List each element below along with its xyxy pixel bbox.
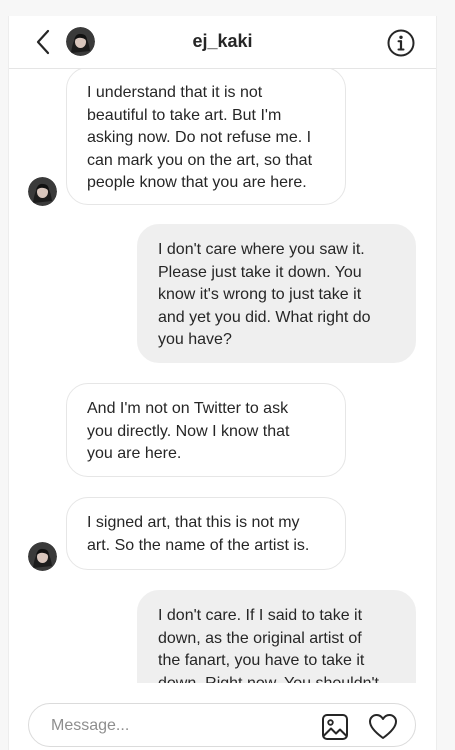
send-image-button[interactable] (321, 713, 349, 741)
message-line: I understand that it is not (87, 84, 263, 101)
message-line: And I'm not on Twitter to ask (87, 400, 289, 417)
image-icon (322, 714, 348, 740)
profile-picture (66, 27, 95, 56)
message-line: I signed art, that this is not my (87, 514, 300, 531)
message-line: know it's wrong to just take it (158, 286, 362, 303)
chevron-left-icon (36, 29, 50, 55)
message-thread[interactable]: I understand that it is not beautiful to… (9, 69, 436, 683)
message-bubble: I understand that it is not beautiful to… (66, 69, 346, 205)
message-line: can mark you on the art, so that (87, 151, 313, 169)
message-bubble: And I'm not on Twitter to ask you direct… (66, 383, 346, 477)
message-line: people know that you are here. (87, 174, 307, 191)
avatar[interactable] (66, 27, 95, 56)
back-button[interactable] (31, 28, 55, 56)
message-line: I don't care. If I said to take it (158, 607, 363, 624)
message-line: and yet you did. What right do (158, 308, 371, 326)
message-composer (28, 703, 416, 747)
message-bubble: I signed art, that this is not my art. S… (66, 497, 346, 570)
message-line: you directly. Now I know that (87, 422, 290, 440)
message-input[interactable] (49, 714, 293, 738)
message-line: Please just take it down. You (158, 263, 362, 281)
conversation-header: ej_kaki (9, 16, 436, 69)
info-icon (387, 29, 415, 57)
message-line: art. So the name of the artist is. (87, 536, 310, 554)
message-line: the fanart, you have to take it (158, 652, 365, 669)
profile-picture (28, 542, 57, 571)
sender-avatar[interactable] (28, 177, 57, 206)
message-line: beautiful to take art. But I'm (87, 106, 282, 124)
message-line: you have? (158, 331, 232, 348)
message-bubble: I don't care. If I said to take it down,… (137, 590, 416, 683)
message-line: down. Right now. You shouldn't (158, 674, 379, 684)
profile-picture (28, 177, 57, 206)
message-line: asking now. Do not refuse me. I (87, 129, 312, 146)
message-line: I don't care where you saw it. (158, 241, 365, 258)
message-line: you are here. (87, 445, 182, 462)
message-bubble: I don't care where you saw it. Please ju… (137, 224, 416, 363)
like-button[interactable] (368, 713, 398, 741)
sender-avatar[interactable] (28, 542, 57, 571)
direct-message-panel: ej_kaki I understand that it is not beau… (8, 16, 437, 750)
heart-icon (369, 714, 397, 739)
message-line: down, as the original artist of (158, 629, 362, 647)
conversation-info-button[interactable] (386, 28, 416, 58)
